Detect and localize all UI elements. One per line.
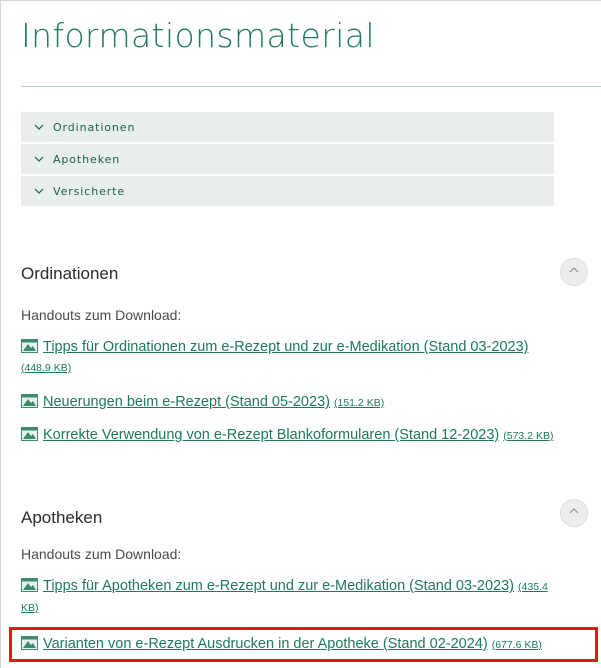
- accordion-label: Ordinationen: [53, 120, 136, 134]
- download-intro: Handouts zum Download:: [21, 546, 182, 562]
- section-title-ordinationen: Ordinationen: [21, 264, 119, 283]
- download-link[interactable]: Tipps für Ordinationen zum e-Rezept und …: [43, 339, 528, 355]
- pdf-file-icon: [21, 578, 38, 592]
- highlight-box: [9, 627, 598, 662]
- download-item: Korrekte Verwendung von e-Rezept Blankof…: [21, 425, 561, 446]
- collapse-apotheken-button[interactable]: [560, 499, 588, 527]
- accordion-label: Apotheken: [53, 152, 121, 166]
- chevron-up-icon: [568, 263, 580, 281]
- download-item: Tipps für Ordinationen zum e-Rezept und …: [21, 337, 561, 378]
- page-title: Informationsmaterial: [21, 16, 375, 55]
- collapse-ordinationen-button[interactable]: [560, 258, 588, 286]
- chevron-down-icon: [33, 185, 45, 197]
- download-link[interactable]: Korrekte Verwendung von e-Rezept Blankof…: [43, 427, 499, 443]
- pdf-file-icon: [21, 427, 38, 441]
- title-divider: [21, 86, 601, 87]
- accordion-label: Versicherte: [53, 184, 126, 198]
- download-link[interactable]: Tipps für Apotheken zum e-Rezept und zur…: [43, 578, 514, 594]
- section-title-apotheken: Apotheken: [21, 508, 103, 527]
- download-item: Tipps für Apotheken zum e-Rezept und zur…: [21, 576, 561, 618]
- download-intro: Handouts zum Download:: [21, 307, 182, 323]
- pdf-file-icon: [21, 339, 38, 353]
- chevron-up-icon: [568, 504, 580, 522]
- pdf-file-icon: [21, 394, 38, 408]
- chevron-down-icon: [33, 121, 45, 133]
- file-size[interactable]: (151.2 KB): [334, 397, 384, 409]
- accordion-item-ordinationen[interactable]: Ordinationen: [21, 112, 554, 142]
- accordion-item-apotheken[interactable]: Apotheken: [21, 144, 554, 174]
- file-size[interactable]: (448.9 KB): [21, 362, 71, 374]
- page-frame: [0, 0, 601, 668]
- download-link[interactable]: Neuerungen beim e-Rezept (Stand 05-2023): [43, 394, 330, 410]
- accordion-nav: Ordinationen Apotheken Versicherte: [21, 112, 554, 208]
- accordion-item-versicherte[interactable]: Versicherte: [21, 176, 554, 206]
- download-item: Neuerungen beim e-Rezept (Stand 05-2023)…: [21, 392, 561, 413]
- chevron-down-icon: [33, 153, 45, 165]
- file-size[interactable]: (573.2 KB): [503, 430, 553, 442]
